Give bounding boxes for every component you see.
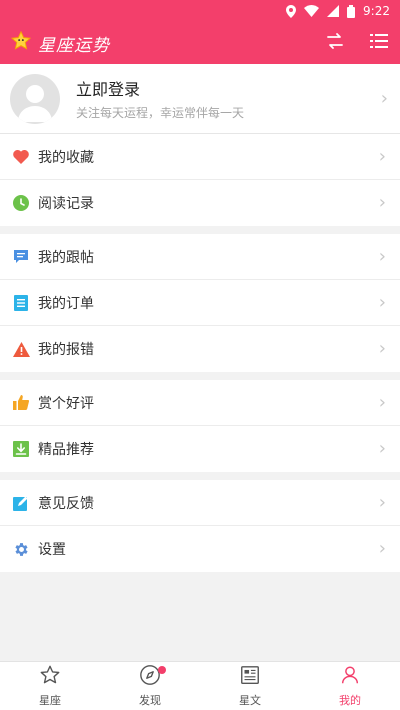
list-icon — [370, 33, 388, 53]
menu-item-error-reports[interactable]: 我的报错 › — [0, 326, 400, 372]
star-logo-icon — [10, 30, 32, 56]
switch-button[interactable] — [324, 32, 346, 54]
menu-item-orders[interactable]: 我的订单 › — [0, 280, 400, 326]
download-icon — [12, 440, 30, 458]
login-subtitle: 关注每天运程，幸运常伴每一天 — [76, 106, 245, 120]
app-bar: 星座运势 — [0, 22, 400, 64]
app-title: 星座运势 — [38, 35, 110, 56]
login-card[interactable]: 立即登录 关注每天运程，幸运常伴每一天 › — [0, 64, 400, 134]
chevron-right-icon: › — [380, 87, 388, 109]
menu-group-activity: 我的跟帖 › 我的订单 › 我的报错 › — [0, 234, 400, 372]
menu-item-label: 我的跟帖 — [38, 249, 94, 266]
menu-item-label: 我的报错 — [38, 342, 94, 358]
menu-item-rate-app[interactable]: 赏个好评 › — [0, 380, 400, 426]
menu-group-promote: 赏个好评 › 精品推荐 › — [0, 380, 400, 472]
chevron-right-icon: › — [378, 291, 386, 313]
menu-item-settings[interactable]: 设置 › — [0, 526, 400, 572]
menu-item-label: 我的收藏 — [38, 149, 94, 166]
location-icon — [286, 4, 297, 18]
star-icon — [39, 664, 61, 690]
tab-label: 星座 — [39, 694, 61, 707]
battery-icon — [347, 4, 356, 18]
menu-group-personal: 我的收藏 › 阅读记录 › — [0, 134, 400, 226]
menu-item-label: 意见反馈 — [38, 495, 94, 512]
comment-icon — [12, 248, 30, 266]
menu-item-feedback[interactable]: 意见反馈 › — [0, 480, 400, 526]
chevron-right-icon: › — [378, 338, 386, 359]
menu-item-label: 精品推荐 — [38, 442, 94, 458]
chevron-right-icon: › — [378, 391, 386, 413]
signal-icon — [327, 5, 340, 17]
menu-item-recommended[interactable]: 精品推荐 › — [0, 426, 400, 472]
menu-item-favorites[interactable]: 我的收藏 › — [0, 134, 400, 180]
tab-label: 星文 — [239, 694, 261, 707]
chevron-right-icon: › — [378, 491, 386, 513]
menu-item-label: 设置 — [38, 542, 66, 558]
heart-icon — [12, 148, 30, 166]
chevron-right-icon: › — [378, 145, 386, 167]
app-logo: 星座运势 — [10, 30, 110, 56]
switch-icon — [326, 32, 344, 54]
menu-item-label: 阅读记录 — [38, 196, 94, 212]
menu-item-label: 我的订单 — [38, 295, 94, 312]
tab-discover[interactable]: 发现 — [100, 662, 200, 710]
clock-icon — [12, 194, 30, 212]
chevron-right-icon: › — [378, 245, 386, 267]
login-title: 立即登录 — [76, 80, 141, 99]
menu-item-label: 赏个好评 — [38, 395, 94, 412]
tab-mine[interactable]: 我的 — [300, 662, 400, 710]
warning-icon — [12, 340, 30, 358]
chevron-right-icon: › — [378, 438, 386, 459]
order-icon — [12, 294, 30, 312]
newspaper-icon — [239, 664, 261, 690]
tab-label: 我的 — [339, 694, 361, 707]
thumbs-up-icon — [12, 394, 30, 412]
menu-list-button[interactable] — [368, 32, 390, 54]
tab-constellation[interactable]: 星座 — [0, 662, 100, 710]
tab-articles[interactable]: 星文 — [200, 662, 300, 710]
chevron-right-icon: › — [378, 192, 386, 213]
status-bar: 9:22 — [0, 0, 400, 22]
edit-icon — [12, 494, 30, 512]
menu-item-replies[interactable]: 我的跟帖 › — [0, 234, 400, 280]
menu-group-settings: 意见反馈 › 设置 › — [0, 480, 400, 572]
gear-icon — [12, 540, 30, 558]
tab-label: 发现 — [139, 694, 161, 707]
user-icon — [339, 664, 361, 690]
bottom-tab-bar: 星座 发现 星文 我的 — [0, 661, 400, 710]
chevron-right-icon: › — [378, 538, 386, 559]
wifi-icon — [304, 5, 320, 17]
clock-time: 9:22 — [363, 4, 390, 18]
avatar — [10, 73, 60, 124]
notification-badge — [158, 666, 166, 674]
menu-item-history[interactable]: 阅读记录 › — [0, 180, 400, 226]
